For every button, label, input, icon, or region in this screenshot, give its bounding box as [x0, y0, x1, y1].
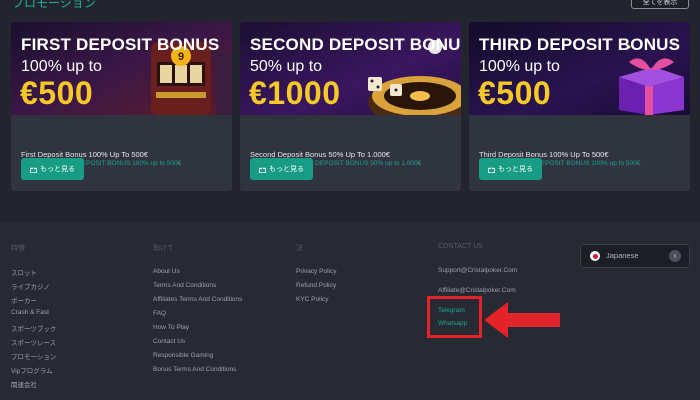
banner-amount: €1000: [249, 75, 341, 111]
button-label: もっと見る: [498, 166, 533, 173]
footer-link-live-casino[interactable]: ライブカジノ: [11, 281, 50, 291]
footer-link-poker[interactable]: ポーカー: [11, 295, 37, 305]
footer-link-responsible-gaming[interactable]: Responsible Gaming: [153, 352, 213, 359]
button-label: もっと見る: [40, 166, 75, 173]
footer-heading-help: 助けて: [153, 245, 174, 252]
footer-link-affiliate-terms[interactable]: Affiliates Terms And Conditions: [153, 296, 242, 303]
footer-link-vip-program[interactable]: Vipプログラム: [11, 365, 53, 375]
button-label: もっと見る: [269, 166, 304, 173]
view-all-button[interactable]: 全てを表示: [631, 0, 689, 9]
site-footer: 特徴 スロット ライブカジノ ポーカー Crash & Fast スポーツブック…: [0, 222, 700, 400]
footer-link-sportsbook[interactable]: スポーツブック: [11, 323, 56, 333]
footer-link-privacy-policy[interactable]: Privacy Policy: [296, 268, 336, 275]
affiliate-email-link[interactable]: Affiliate@Cristalpoker.Com: [438, 287, 516, 294]
japan-flag-icon: [590, 251, 600, 261]
footer-link-sports-racing[interactable]: スポーツレース: [11, 337, 56, 347]
banner-subheading: 100% up to: [479, 58, 560, 75]
banner-heading: SECOND DEPOSIT BONUS: [250, 35, 461, 54]
banner-heading: THIRD DEPOSIT BONUS: [479, 35, 681, 54]
support-email-link[interactable]: Support@Cristalpoker.Com: [438, 267, 517, 274]
learn-more-button[interactable]: もっと見る: [21, 158, 84, 180]
chevron-left-icon[interactable]: ‹: [669, 250, 681, 262]
footer-link-slots[interactable]: スロット: [11, 267, 37, 277]
footer-heading-legal: 法: [296, 245, 303, 252]
footer-link-refund-policy[interactable]: Refund Policy: [296, 282, 336, 289]
learn-more-button[interactable]: もっと見る: [479, 158, 542, 180]
gift-icon: [30, 167, 37, 173]
footer-link-about-us[interactable]: About Us: [153, 268, 180, 275]
gift-icon: [488, 167, 495, 173]
banner-amount: €500: [478, 75, 552, 111]
banner-subheading: 100% up to: [21, 58, 102, 75]
footer-heading-contact: CONTACT US: [438, 243, 483, 250]
footer-link-terms[interactable]: Terms And Conditions: [153, 282, 216, 289]
red-arrow-icon: [484, 302, 560, 338]
learn-more-button[interactable]: もっと見る: [250, 158, 313, 180]
footer-link-crash-fast[interactable]: Crash & Fast: [11, 309, 49, 316]
language-selector[interactable]: Japanese ‹: [580, 244, 690, 268]
promo-banner-image: THIRD DEPOSIT BONUS 100% up to €500: [469, 22, 690, 115]
footer-link-kyc-policy[interactable]: KYC Policy: [296, 296, 329, 303]
footer-link-faq[interactable]: FAQ: [153, 310, 166, 317]
promo-banner-image: 9 FIRST DEPOSIT BONUS 100% up to €500: [11, 22, 232, 115]
footer-link-affiliates[interactable]: 関連会社: [11, 379, 37, 389]
banner-amount: €500: [20, 75, 94, 111]
footer-link-promotions[interactable]: プロモーション: [11, 351, 56, 361]
footer-link-contact-us[interactable]: Contact Us: [153, 338, 185, 345]
footer-heading-features: 特徴: [11, 245, 25, 252]
language-label: Japanese: [606, 251, 639, 260]
section-title: プロモーション: [12, 0, 96, 10]
footer-link-how-to-play[interactable]: How To Play: [153, 324, 189, 331]
promo-banner-image: SECOND DEPOSIT BONUS 50% up to €1000: [240, 22, 461, 115]
gift-icon: [259, 167, 266, 173]
banner-subheading: 50% up to: [250, 58, 323, 75]
promotions-section: プロモーション 全てを表示 9 FIRST DEPOSIT BONUS 100%…: [0, 0, 700, 222]
highlight-box: [427, 296, 482, 338]
footer-link-bonus-terms[interactable]: Bonus Terms And Conditions: [153, 366, 236, 373]
banner-heading: FIRST DEPOSIT BONUS: [21, 35, 220, 54]
